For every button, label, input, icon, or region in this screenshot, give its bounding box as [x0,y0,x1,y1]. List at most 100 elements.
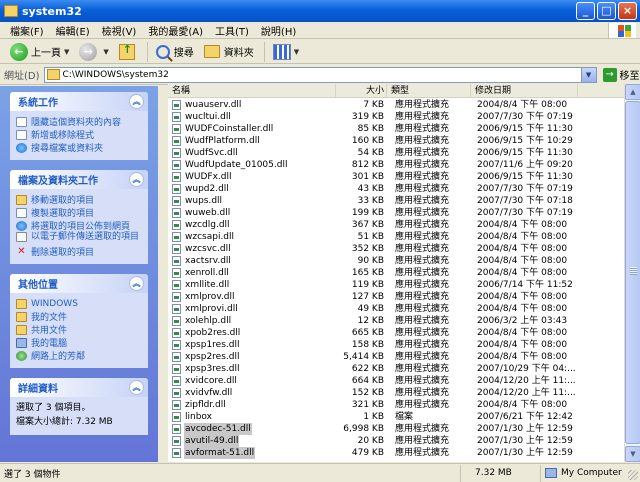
place-my-computer[interactable]: 我的電腦 [16,336,142,349]
file-name[interactable]: xmlprovi.dll [184,303,239,315]
file-row[interactable]: xpsp1res.dll 158 KB 應用程式擴充 2004/8/4 下午 08:0… [168,339,624,351]
other-places-header[interactable]: 其他位置 ︽ [10,274,148,293]
task-search-files[interactable]: 搜尋檔案或資料夾 [16,141,142,154]
collapse-icon[interactable]: ︽ [129,276,144,291]
file-name[interactable]: xolehlp.dll [184,315,232,327]
file-tasks-header[interactable]: 檔案及資料夾工作 ︽ [10,170,148,189]
file-name[interactable]: WudfSvc.dll [184,147,239,159]
column-type[interactable]: 類型 [387,84,471,98]
file-name[interactable]: wzcsvc.dll [184,243,232,255]
file-row[interactable]: avformat-51.dll 479 KB 應用程式擴充 2007/1/30 上午 … [168,447,624,459]
file-name[interactable]: wuauserv.dll [184,99,242,111]
file-name[interactable]: wuweb.dll [184,207,231,219]
chevron-down-icon[interactable]: ▼ [294,48,299,56]
task-publish-web[interactable]: 將選取的項目公佈到網頁 [16,219,142,232]
column-date[interactable]: 修改日期 [471,84,578,98]
system-tasks-header[interactable]: 系統工作 ︽ [10,92,148,111]
file-row[interactable]: wzcsapi.dll 51 KB 應用程式擴充 2004/8/4 下午 08:00 [168,231,624,243]
file-row[interactable]: xvidcore.dll 664 KB 應用程式擴充 2004/12/20 上午 11… [168,375,624,387]
file-row[interactable]: avutil-49.dll 20 KB 應用程式擴充 2007/1/30 上午 12:… [168,435,624,447]
menu-edit[interactable]: 編輯(E) [50,23,96,38]
scroll-down-icon[interactable]: ▼ [625,446,640,462]
chevron-down-icon[interactable]: ▼ [64,48,69,56]
menu-tools[interactable]: 工具(T) [209,23,255,38]
file-name[interactable]: WUDFx.dll [184,171,233,183]
file-name[interactable]: xmllite.dll [184,279,230,291]
file-row[interactable]: xmllite.dll 119 KB 應用程式擴充 2006/7/14 下午 11:5… [168,279,624,291]
file-row[interactable]: xmlprovi.dll 49 KB 應用程式擴充 2004/8/4 下午 08:00 [168,303,624,315]
file-name[interactable]: WUDFCoinstaller.dll [184,123,274,135]
chevron-down-icon[interactable]: ▼ [103,48,108,56]
file-row[interactable]: xenroll.dll 165 KB 應用程式擴充 2004/8/4 下午 08:00 [168,267,624,279]
file-row[interactable]: WudfUpdate_01005.dll 812 KB 應用程式擴充 2007/11/… [168,159,624,171]
file-name[interactable]: zipfldr.dll [184,399,227,411]
file-row[interactable]: xmlprov.dll 127 KB 應用程式擴充 2004/8/4 下午 08:00 [168,291,624,303]
file-name[interactable]: linbox [184,411,213,423]
file-name[interactable]: wups.dll [184,195,223,207]
task-delete-selected[interactable]: ✕ 刪除選取的項目 [16,245,142,258]
file-name[interactable]: xenroll.dll [184,267,230,279]
file-row[interactable]: xpob2res.dll 665 KB 應用程式擴充 2004/8/4 下午 08:0… [168,327,624,339]
file-row[interactable]: xpsp2res.dll 5,414 KB 應用程式擴充 2004/8/4 下午 08… [168,351,624,363]
up-folder-button[interactable] [115,41,141,63]
forward-button[interactable]: → ▼ [75,41,112,63]
file-name[interactable]: wupd2.dll [184,183,230,195]
back-button[interactable]: ← 上一頁 ▼ [6,41,73,63]
task-email-selected[interactable]: 以電子郵件傳送選取的項目 [16,232,142,243]
file-row[interactable]: avcodec-51.dll 6,998 KB 應用程式擴充 2007/1/30 上午… [168,423,624,435]
file-row[interactable]: wuweb.dll 199 KB 應用程式擴充 2007/7/30 下午 07:19 [168,207,624,219]
file-name[interactable]: WudfPlatform.dll [184,135,261,147]
scroll-up-icon[interactable]: ▲ [625,84,640,100]
task-add-remove-programs[interactable]: 新增或移除程式 [16,128,142,141]
menu-file[interactable]: 檔案(F) [4,23,50,38]
file-row[interactable]: wups.dll 33 KB 應用程式擴充 2007/7/30 下午 07:18 [168,195,624,207]
vertical-scrollbar[interactable]: ▲ ▼ [624,84,640,462]
details-header[interactable]: 詳細資料 ︽ [10,378,148,397]
file-name[interactable]: avcodec-51.dll [184,423,252,435]
file-row[interactable]: WudfSvc.dll 54 KB 應用程式擴充 2006/9/15 下午 11:30 [168,147,624,159]
file-name[interactable]: wucltui.dll [184,111,232,123]
views-button[interactable]: ▼ [269,41,303,63]
resize-grip-icon[interactable] [628,470,638,480]
collapse-icon[interactable]: ︽ [129,380,144,395]
file-name[interactable]: xactsrv.dll [184,255,232,267]
collapse-icon[interactable]: ︽ [129,94,144,109]
file-name[interactable]: WudfUpdate_01005.dll [184,159,288,171]
file-row[interactable]: xvidvfw.dll 152 KB 應用程式擴充 2004/12/20 上午 11:… [168,387,624,399]
address-dropdown-icon[interactable]: ▼ [580,67,596,82]
minimize-button[interactable]: _ [576,2,595,20]
address-input[interactable]: C:\WINDOWS\system32 ▼ [43,66,597,83]
file-name[interactable]: xvidcore.dll [184,375,238,387]
file-name[interactable]: xpsp2res.dll [184,351,240,363]
task-hide-folder-contents[interactable]: 隱藏這個資料夾的內容 [16,115,142,128]
close-button[interactable]: × [618,2,637,20]
file-name[interactable]: xpob2res.dll [184,327,241,339]
task-move-selected[interactable]: 移動選取的項目 [16,193,142,206]
task-copy-selected[interactable]: 複製選取的項目 [16,206,142,219]
file-name[interactable]: xvidvfw.dll [184,387,233,399]
menu-favorites[interactable]: 我的最愛(A) [142,23,209,38]
column-size[interactable]: 大小 [336,84,387,98]
scroll-thumb[interactable] [625,101,640,444]
file-row[interactable]: wzcsvc.dll 352 KB 應用程式擴充 2004/8/4 下午 08:00 [168,243,624,255]
menu-help[interactable]: 說明(H) [255,23,302,38]
file-name[interactable]: xmlprov.dll [184,291,236,303]
file-row[interactable]: wzcdlg.dll 367 KB 應用程式擴充 2004/8/4 下午 08:00 [168,219,624,231]
file-row[interactable]: xpsp3res.dll 622 KB 應用程式擴充 2007/10/29 下午 04… [168,363,624,375]
file-row[interactable]: linbox 1 KB 檔案 2007/6/21 下午 12:42 [168,411,624,423]
file-row[interactable]: zipfldr.dll 321 KB 應用程式擴充 2004/8/4 下午 08:00 [168,399,624,411]
file-name[interactable]: xpsp3res.dll [184,363,240,375]
maximize-button[interactable]: □ [597,2,616,20]
file-row[interactable]: WUDFx.dll 301 KB 應用程式擴充 2006/9/15 下午 11:30 [168,171,624,183]
file-row[interactable]: WUDFCoinstaller.dll 85 KB 應用程式擴充 2006/9/15 … [168,123,624,135]
file-row[interactable]: xactsrv.dll 90 KB 應用程式擴充 2004/8/4 下午 08:00 [168,255,624,267]
search-button[interactable]: 搜尋 [152,41,198,63]
place-shared-documents[interactable]: 共用文件 [16,323,142,336]
column-name[interactable]: 名稱 [168,84,336,98]
folders-button[interactable]: 資料夾 [200,41,258,63]
file-row[interactable]: wuauserv.dll 7 KB 應用程式擴充 2004/8/4 下午 08:00 [168,99,624,111]
file-name[interactable]: avformat-51.dll [184,447,256,459]
place-network[interactable]: 網路上的芳鄰 [16,349,142,362]
file-row[interactable]: wucltui.dll 319 KB 應用程式擴充 2007/7/30 下午 07:1… [168,111,624,123]
place-my-documents[interactable]: 我的文件 [16,310,142,323]
